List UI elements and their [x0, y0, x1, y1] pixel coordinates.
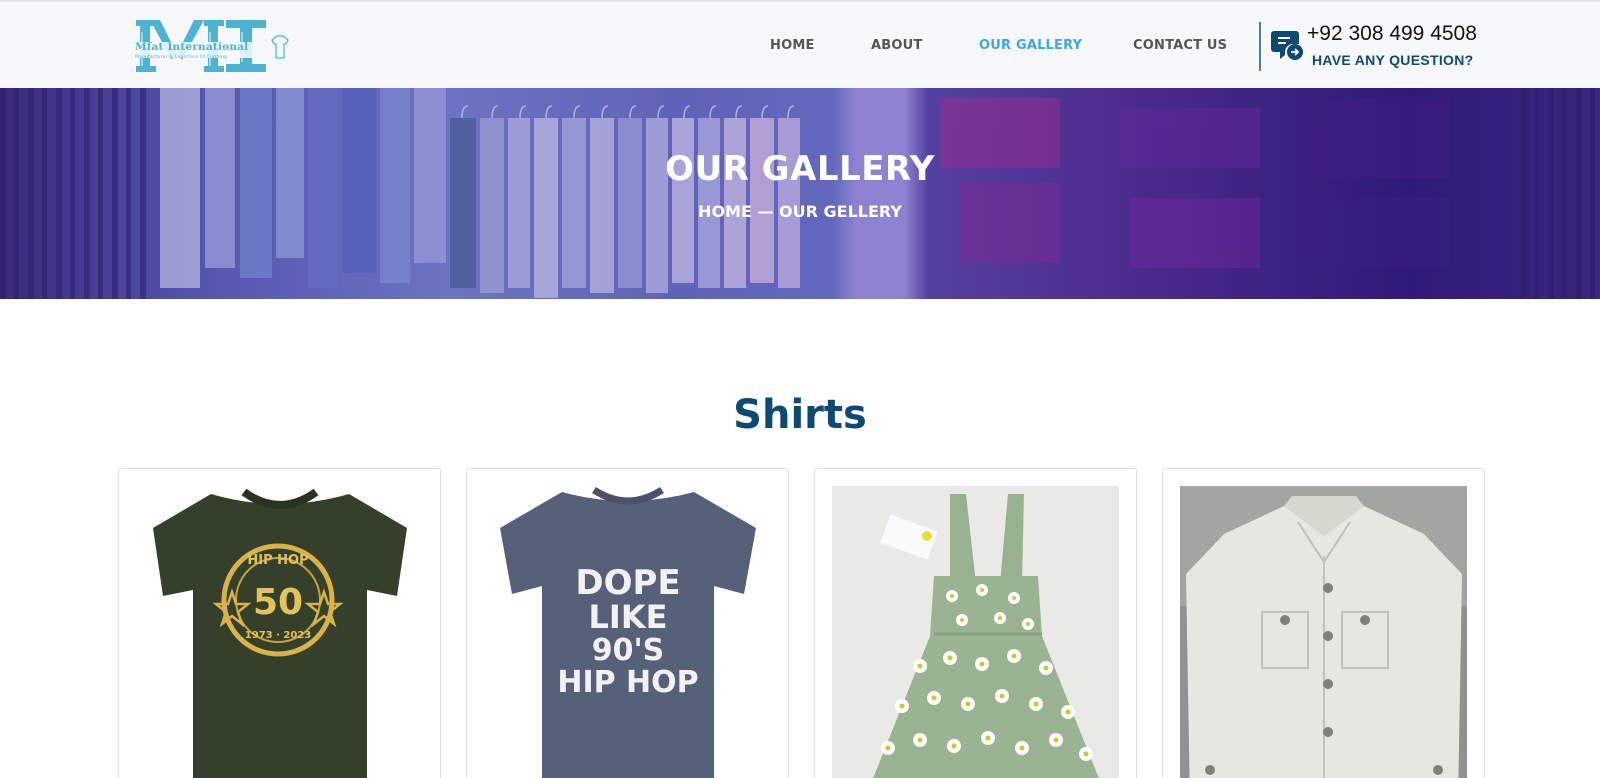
logo-wordmark: Mfat International: [135, 41, 249, 53]
site-logo[interactable]: Mfat International Manufacturer & Export…: [134, 18, 294, 74]
nav-contact-us[interactable]: CONTACT US: [1133, 38, 1227, 53]
gallery-card-white-jacket[interactable]: [1162, 468, 1485, 778]
nav-about[interactable]: ABOUT: [871, 38, 922, 53]
banner-overlay: [0, 88, 1600, 299]
nav-our-gallery[interactable]: OUR GALLERY: [979, 38, 1082, 53]
gallery-card-daisy-dress[interactable]: [814, 468, 1137, 778]
print-line-1: DOPE: [575, 563, 680, 603]
section-title-shirts: Shirts: [733, 392, 867, 438]
nav-home[interactable]: HOME: [770, 38, 815, 53]
print-line-1: HIP HOP: [247, 553, 308, 568]
print-line-3: 1973 · 2023: [245, 630, 311, 641]
green-tshirt-image: HIP HOP 50 1973 · 2023: [136, 486, 423, 778]
page-title: OUR GALLERY: [665, 149, 935, 189]
header-divider: [1259, 22, 1261, 71]
print-line-2: LIKE: [589, 598, 668, 636]
print-line-2: 50: [253, 582, 303, 623]
print-line-4: HIP HOP: [557, 665, 698, 700]
logo-tagline: Manufacturer & Exporters Of Clothing: [135, 55, 228, 60]
page-banner: OUR GALLERY HOME — OUR GELLERY: [0, 88, 1600, 299]
question-label: HAVE ANY QUESTION?: [1312, 52, 1474, 68]
breadcrumb: HOME — OUR GELLERY: [698, 202, 902, 221]
print-line-3: 90'S: [592, 633, 665, 668]
phone-number-link[interactable]: +92 308 499 4508: [1307, 22, 1477, 46]
white-jacket-image: [1180, 486, 1467, 778]
site-header: Mfat International Manufacturer & Export…: [0, 0, 1600, 88]
grey-tshirt-image: DOPE LIKE 90'S HIP HOP: [484, 486, 771, 778]
chat-arrow-icon: [1271, 28, 1305, 62]
gallery-card-green-tshirt[interactable]: HIP HOP 50 1973 · 2023: [118, 468, 441, 778]
gallery-card-grey-tshirt[interactable]: DOPE LIKE 90'S HIP HOP: [466, 468, 789, 778]
daisy-dress-image: [832, 486, 1119, 778]
